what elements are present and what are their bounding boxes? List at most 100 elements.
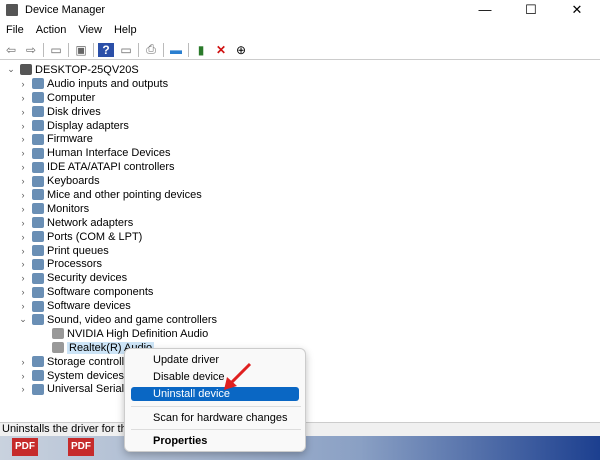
device-icon (32, 106, 44, 118)
properties-icon[interactable]: ▭ (48, 43, 64, 57)
tree-item-label: Keyboards (47, 175, 100, 188)
tree-item[interactable]: ⌄ Sound, video and game controllers (0, 313, 600, 327)
device-icon (32, 147, 44, 159)
uninstall-icon[interactable]: ✕ (213, 43, 229, 57)
menu-item-scan-hardware[interactable]: Scan for hardware changes (153, 411, 288, 425)
chevron-right-icon[interactable]: › (18, 107, 28, 117)
tree-item[interactable]: › Network adapters (0, 216, 600, 230)
scan-icon[interactable]: ⊕ (233, 43, 249, 57)
tree-item-label: Software devices (47, 300, 131, 313)
chevron-right-icon[interactable]: › (18, 121, 28, 131)
pdf-file-icon[interactable]: PDF (68, 438, 94, 456)
chevron-right-icon[interactable]: › (18, 287, 28, 297)
computer-icon (20, 64, 32, 76)
tree-item[interactable]: › Computer (0, 91, 600, 105)
tree-item[interactable]: › Mice and other pointing devices (0, 188, 600, 202)
close-button[interactable]: ✕ (554, 0, 600, 20)
menu-action[interactable]: Action (30, 22, 73, 38)
chevron-right-icon[interactable]: › (18, 218, 28, 228)
menu-item-update-driver[interactable]: Update driver (153, 353, 219, 367)
tree-item[interactable]: › Ports (COM & LPT) (0, 230, 600, 244)
title-bar: Device Manager — ☐ ✕ (0, 0, 600, 20)
menu-help[interactable]: Help (108, 22, 143, 38)
menu-item-uninstall-device[interactable]: Uninstall device (131, 387, 299, 401)
maximize-button[interactable]: ☐ (508, 0, 554, 20)
tree-item[interactable]: › Software devices (0, 299, 600, 313)
chevron-right-icon[interactable]: › (18, 232, 28, 242)
tree-item[interactable]: NVIDIA High Definition Audio (0, 327, 600, 341)
tree-item[interactable]: › Print queues (0, 244, 600, 258)
menu-view[interactable]: View (72, 22, 108, 38)
device-icon (32, 189, 44, 201)
device-icon (32, 78, 44, 90)
device-icon (32, 217, 44, 229)
context-menu: Update driver Disable device Uninstall d… (124, 348, 306, 452)
back-icon[interactable]: ⇦ (3, 43, 19, 57)
chevron-right-icon[interactable]: › (18, 93, 28, 103)
chevron-right-icon[interactable]: › (18, 357, 28, 367)
device-icon (32, 370, 44, 382)
chevron-right-icon[interactable]: › (18, 273, 28, 283)
chevron-right-icon[interactable]: › (18, 204, 28, 214)
chevron-right-icon[interactable]: › (18, 176, 28, 186)
device-icon (32, 120, 44, 131)
chevron-right-icon[interactable]: › (18, 162, 28, 172)
device-icon (32, 133, 44, 145)
tree-item-label: Display adapters (47, 119, 129, 132)
device-icon (32, 92, 44, 104)
tree-item[interactable]: › IDE ATA/ATAPI controllers (0, 160, 600, 174)
tree-item[interactable]: › Security devices (0, 271, 600, 285)
chevron-right-icon[interactable]: › (18, 384, 28, 394)
window-title: Device Manager (25, 4, 106, 16)
device-icon (32, 272, 44, 284)
chevron-right-icon[interactable]: › (18, 190, 28, 200)
tree-item[interactable]: › Keyboards (0, 174, 600, 188)
device-manager-icon (6, 4, 18, 16)
forward-icon[interactable]: ⇨ (23, 43, 39, 57)
tree-item-label: System devices (47, 369, 125, 382)
chevron-down-icon[interactable]: ⌄ (18, 314, 28, 325)
tree-item-label: Disk drives (47, 105, 101, 118)
print-icon[interactable]: ⎙ (143, 42, 159, 57)
monitor-icon[interactable]: ▬ (168, 43, 184, 57)
menu-bar: File Action View Help (0, 22, 143, 38)
menu-item-disable-device[interactable]: Disable device (153, 370, 225, 384)
chevron-right-icon[interactable]: › (18, 371, 28, 381)
device-icon (32, 231, 44, 243)
device-icon (32, 286, 44, 298)
chevron-right-icon[interactable]: › (18, 79, 28, 89)
device-icon (32, 314, 44, 326)
tree-item[interactable]: › Display adapters (0, 119, 600, 133)
tree-item[interactable]: › Firmware (0, 132, 600, 146)
tree-item-label: Software components (47, 286, 154, 299)
chevron-down-icon[interactable]: ⌄ (6, 64, 16, 75)
device-icon (32, 161, 44, 173)
help-icon[interactable]: ? (98, 42, 114, 57)
tree-item-label: IDE ATA/ATAPI controllers (47, 161, 175, 174)
tree-item-label: Print queues (47, 244, 109, 257)
menu-file[interactable]: File (0, 22, 30, 38)
pdf-file-icon[interactable]: PDF (12, 438, 38, 456)
menu-item-properties[interactable]: Properties (153, 434, 207, 448)
tree-item[interactable]: › Disk drives (0, 105, 600, 119)
tree-item[interactable]: › Processors (0, 257, 600, 271)
tree-item[interactable]: › Software components (0, 285, 600, 299)
tree-item-label: Ports (COM & LPT) (47, 230, 143, 243)
device-icon (52, 342, 64, 354)
chevron-right-icon[interactable]: › (18, 301, 28, 311)
tree-item-label: Sound, video and game controllers (47, 313, 217, 326)
chevron-right-icon[interactable]: › (18, 134, 28, 144)
chevron-right-icon[interactable]: › (18, 259, 28, 269)
tree-root[interactable]: ⌄ DESKTOP-25QV20S (0, 63, 600, 77)
show-hide-icon[interactable]: ▣ (73, 43, 89, 57)
view-icon[interactable]: ▭ (118, 43, 134, 57)
chevron-right-icon[interactable]: › (18, 148, 28, 158)
tree-item[interactable]: › Audio inputs and outputs (0, 77, 600, 91)
tree-item-label: Monitors (47, 202, 90, 215)
minimize-button[interactable]: — (462, 0, 508, 20)
tree-item-label: Network adapters (47, 216, 134, 229)
chevron-right-icon[interactable]: › (18, 246, 28, 256)
tree-item[interactable]: › Human Interface Devices (0, 146, 600, 160)
update-driver-icon[interactable]: ▮ (193, 43, 209, 57)
tree-item[interactable]: › Monitors (0, 202, 600, 216)
